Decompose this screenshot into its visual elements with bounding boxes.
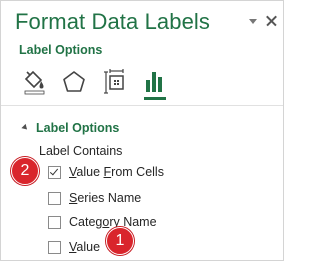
section-header-label: Label Options — [36, 121, 120, 135]
category-name-option[interactable]: Category Name — [48, 215, 157, 229]
value-label: Value — [69, 240, 101, 254]
value-from-cells-checkbox[interactable] — [48, 165, 61, 179]
collapse-triangle-icon — [21, 123, 30, 132]
tab-size-properties[interactable] — [101, 67, 131, 97]
value-from-cells-label: Value From Cells — [69, 165, 164, 179]
pane-title: Format Data Labels — [15, 9, 210, 34]
category-name-checkbox[interactable] — [48, 215, 61, 229]
value-from-cells-option[interactable]: Value From Cells — [48, 165, 164, 179]
task-pane-options-dropdown[interactable] — [245, 13, 261, 29]
series-name-checkbox[interactable] — [48, 191, 61, 205]
label-options-section-toggle[interactable]: Label Options — [21, 121, 120, 135]
series-name-label: Series Name — [69, 191, 142, 205]
callout-badge-2: 2 — [11, 157, 39, 185]
value-checkbox[interactable] — [48, 240, 61, 254]
fill-line-icon — [24, 70, 45, 95]
callout-badge-1: 1 — [106, 227, 134, 255]
tab-label-options[interactable] — [139, 67, 169, 100]
series-name-option[interactable]: Series Name — [48, 191, 141, 205]
category-name-label: Category Name — [69, 215, 157, 229]
chevron-down-icon — [249, 18, 257, 24]
format-data-labels-pane: Format Data Labels Label Options Label O… — [0, 0, 284, 261]
size-properties-icon — [104, 69, 124, 94]
close-icon[interactable] — [263, 13, 279, 29]
divider — [1, 105, 283, 106]
value-option[interactable]: Value — [48, 240, 100, 254]
tab-effects[interactable] — [59, 67, 89, 97]
label-options-menu[interactable]: Label Options — [19, 43, 102, 57]
label-contains-heading: Label Contains — [39, 144, 123, 158]
tab-fill-line[interactable] — [19, 67, 49, 97]
label-options-bars-icon — [146, 72, 162, 92]
effects-pentagon-icon — [63, 71, 85, 92]
